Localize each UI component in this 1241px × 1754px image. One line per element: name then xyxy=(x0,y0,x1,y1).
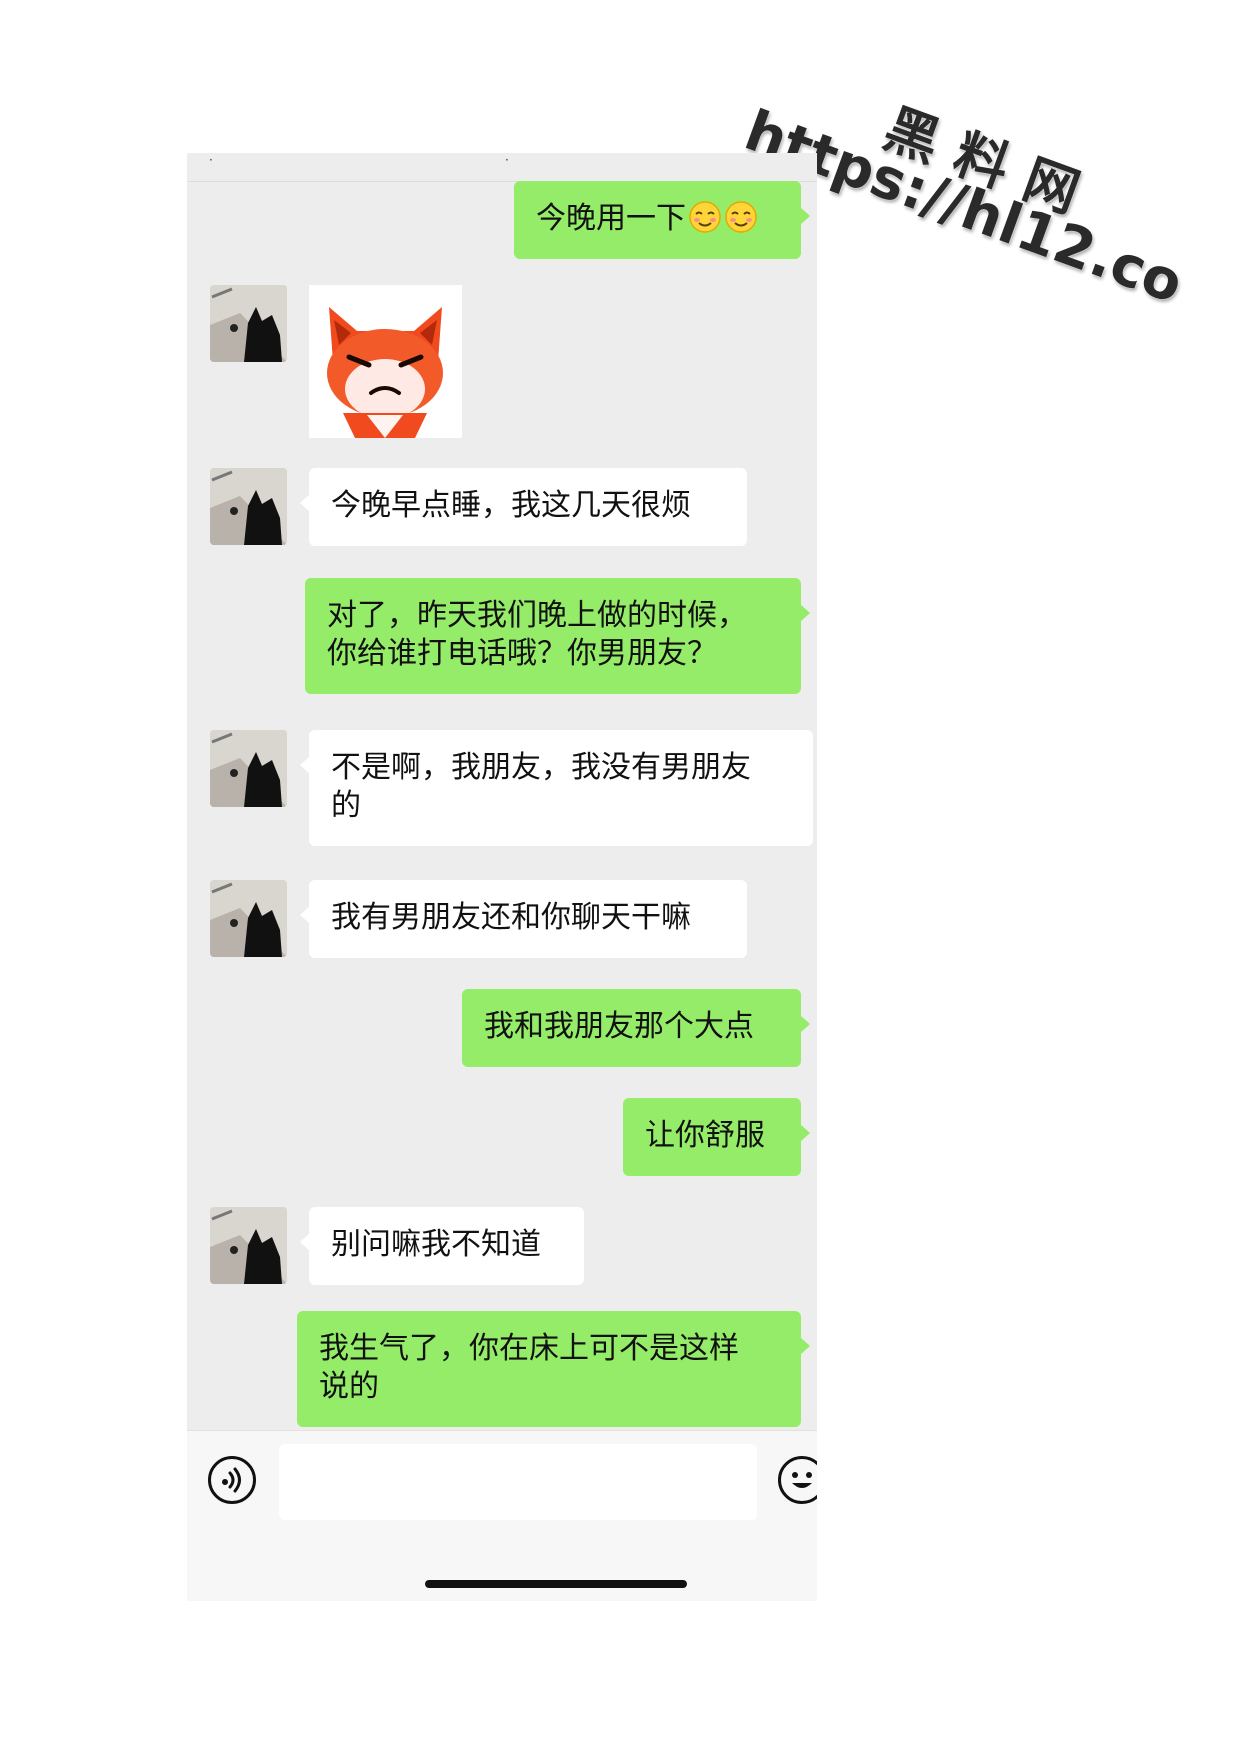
sent-message-bubble[interactable]: 让你舒服 xyxy=(623,1098,810,1176)
contact-avatar[interactable] xyxy=(210,1207,287,1284)
sent-message-bubble[interactable]: 对了，昨天我们晚上做的时候， 你给谁打电话哦？你男朋友？ xyxy=(305,578,810,694)
emoji-icon[interactable] xyxy=(778,1456,817,1504)
sent-message-bubble[interactable]: 我和我朋友那个大点 xyxy=(462,989,810,1067)
home-indicator[interactable] xyxy=(425,1580,687,1588)
message-text: 我有男朋友还和你聊天干嘛 xyxy=(331,900,691,935)
contact-avatar[interactable] xyxy=(210,880,287,957)
chat-input-bar xyxy=(187,1430,817,1601)
message-text-line: 对了，昨天我们晚上做的时候， xyxy=(327,598,747,633)
received-message-bubble[interactable]: 不是啊，我朋友，我没有男朋友 的 xyxy=(300,730,813,846)
message-text-line: 不是啊，我朋友，我没有男朋友 xyxy=(331,750,751,785)
message-text: 别问嘛我不知道 xyxy=(331,1227,541,1262)
smiling-blush-emoji-icon xyxy=(725,201,757,233)
received-message-bubble[interactable]: 今晚早点睡，我这几天很烦 xyxy=(300,468,747,546)
chat-screen: · · 今晚用一下 今晚早点睡，我这几天很烦 对了，昨天我们晚上做的时候， 你给… xyxy=(187,153,817,1601)
angry-fox-sticker[interactable] xyxy=(309,285,462,438)
message-text-line: 你给谁打电话哦？你男朋友？ xyxy=(327,636,717,671)
status-bar-remnant: · · xyxy=(187,153,817,182)
contact-avatar[interactable] xyxy=(210,468,287,545)
message-text: 我和我朋友那个大点 xyxy=(484,1009,754,1044)
sent-message-bubble[interactable]: 今晚用一下 xyxy=(514,181,810,259)
received-message-bubble[interactable]: 别问嘛我不知道 xyxy=(300,1207,584,1285)
sent-message-bubble[interactable]: 我生气了，你在床上可不是这样 说的 xyxy=(297,1311,810,1427)
message-text: 今晚用一下 xyxy=(536,201,686,236)
received-message-bubble[interactable]: 我有男朋友还和你聊天干嘛 xyxy=(300,880,747,958)
message-text-line: 说的 xyxy=(319,1369,379,1404)
contact-avatar[interactable] xyxy=(210,285,287,362)
message-text-line: 我生气了，你在床上可不是这样 xyxy=(319,1331,739,1366)
voice-icon[interactable] xyxy=(208,1456,256,1504)
status-dot: · xyxy=(505,153,509,167)
status-dot: · xyxy=(209,153,213,167)
message-text: 今晚早点睡，我这几天很烦 xyxy=(331,488,691,523)
message-text-line: 的 xyxy=(331,788,361,823)
smiling-blush-emoji-icon xyxy=(689,201,721,233)
message-text: 让你舒服 xyxy=(645,1118,765,1153)
contact-avatar[interactable] xyxy=(210,730,287,807)
message-input[interactable] xyxy=(279,1444,757,1520)
watermark-site-name: 黑料网 xyxy=(876,96,1107,232)
